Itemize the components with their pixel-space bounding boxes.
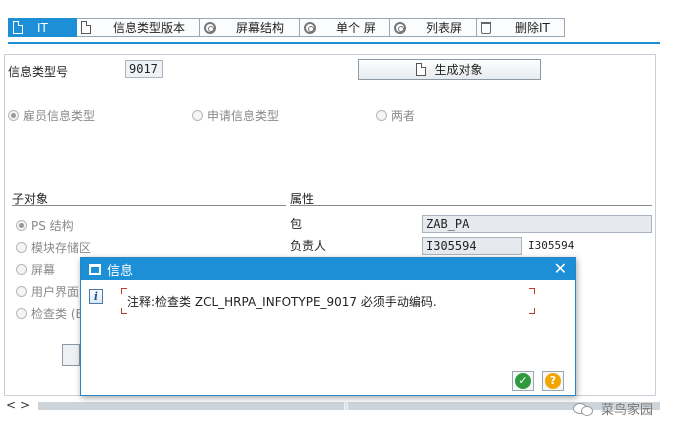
package-value: ZAB_PA — [422, 214, 652, 233]
attributes-header: 属性 — [290, 190, 652, 206]
radio-dot — [376, 110, 387, 121]
radio-check-class[interactable]: 检查类 (E — [16, 305, 83, 322]
radio-dot — [16, 264, 27, 275]
circle-icon — [304, 21, 316, 34]
radio-both[interactable]: 两者 — [376, 107, 415, 124]
focus-corner — [529, 308, 535, 314]
radio-user-interface[interactable]: 用户界面 — [16, 283, 79, 300]
radio-label: 用户界面 — [31, 285, 80, 299]
radio-label: 雇员信息类型 — [23, 109, 96, 123]
tab-label: 删除IT — [515, 21, 550, 35]
radio-label: 检查类 (E — [31, 307, 84, 321]
tab-delete-it[interactable]: 删除IT — [477, 18, 565, 37]
attribute-label: 包 — [290, 217, 303, 231]
radio-screen[interactable]: 屏幕 — [16, 261, 55, 278]
watermark-text: 菜鸟家园 — [601, 403, 654, 418]
infotype-label: 信息类型号 — [8, 65, 69, 79]
window-icon — [89, 263, 101, 275]
tab-label: 屏幕结构 — [236, 21, 285, 35]
radio-employee-infotype[interactable]: 雇员信息类型 — [8, 107, 95, 124]
document-icon — [416, 63, 427, 76]
chat-bubble-icon — [573, 400, 595, 418]
circle-icon — [204, 21, 216, 34]
subobjects-header: 子对象 — [12, 190, 286, 206]
attributes-title: 属性 — [290, 192, 315, 206]
tab-screen-structure[interactable]: 屏幕结构 — [200, 18, 300, 37]
attribute-label: 负责人 — [290, 239, 327, 253]
subobjects-title: 子对象 — [12, 192, 49, 206]
owner-value: I305594 — [422, 236, 522, 255]
horizontal-scrollbar[interactable]: < > ||| — [4, 398, 660, 412]
generate-object-button[interactable]: 生成对象 — [358, 59, 541, 80]
owner-name: I305594 — [528, 239, 575, 252]
dialog-message: 注释:检查类 ZCL_HRPA_INFOTYPE_9017 必须手动编码. — [127, 295, 437, 309]
check-icon: ✓ — [515, 373, 531, 389]
close-icon[interactable]: ✕ — [554, 259, 567, 279]
tab-list-screen[interactable]: 列表屏 — [390, 18, 477, 37]
infotype-field[interactable]: 9017 — [125, 60, 163, 78]
tab-label: IT — [37, 20, 48, 35]
watermark: 菜鸟家园 — [573, 399, 653, 418]
trash-icon — [481, 21, 491, 34]
scroll-track[interactable]: ||| — [38, 402, 660, 410]
circle-icon — [394, 21, 406, 34]
scroll-left-icon[interactable]: < — [4, 398, 18, 412]
radio-dot — [192, 110, 203, 121]
radio-label: PS 结构 — [31, 219, 74, 233]
dialog-message-area: 注释:检查类 ZCL_HRPA_INFOTYPE_9017 必须手动编码. — [121, 288, 535, 314]
tab-label: 单个 屏 — [336, 21, 376, 35]
tab-toolbar: IT 信息类型版本 屏幕结构 单个 屏 列表屏 删除IT — [8, 18, 565, 37]
attribute-row-owner: 负责人 I305594 I305594 — [290, 236, 574, 255]
radio-dot — [16, 242, 27, 253]
radio-dot — [8, 110, 19, 121]
info-icon: i — [89, 289, 103, 304]
radio-label: 申请信息类型 — [207, 109, 280, 123]
generate-object-label: 生成对象 — [434, 63, 483, 77]
attribute-row-package: 包 ZAB_PA — [290, 214, 652, 233]
confirm-button[interactable]: ✓ — [512, 371, 534, 391]
help-icon: ? — [545, 373, 561, 389]
scroll-grip[interactable]: ||| — [343, 402, 349, 410]
radio-label: 屏幕 — [31, 263, 56, 277]
tab-single-screen[interactable]: 单个 屏 — [300, 18, 390, 37]
toolbar-divider — [8, 42, 660, 44]
document-icon — [13, 21, 23, 34]
scroll-right-icon[interactable]: > — [18, 398, 32, 412]
document-icon — [81, 21, 91, 34]
radio-ps-structure[interactable]: PS 结构 — [16, 217, 74, 234]
radio-applicant-infotype[interactable]: 申请信息类型 — [192, 107, 279, 124]
radio-label: 两者 — [391, 109, 416, 123]
radio-dot — [16, 286, 27, 297]
tab-label: 列表屏 — [426, 21, 463, 35]
subobject-action-button[interactable] — [62, 344, 80, 366]
radio-dot — [16, 220, 27, 231]
radio-dot — [16, 308, 27, 319]
tab-label: 信息类型版本 — [113, 21, 186, 35]
radio-label: 模块存储区 — [31, 241, 92, 255]
dialog-title: 信息 — [107, 263, 134, 279]
focus-corner — [529, 288, 535, 294]
dialog-titlebar[interactable]: 信息 — [81, 258, 575, 280]
tab-it[interactable]: IT — [8, 18, 77, 37]
help-button[interactable]: ? — [542, 371, 564, 391]
info-dialog: 信息 ✕ i 注释:检查类 ZCL_HRPA_INFOTYPE_9017 必须手… — [80, 257, 576, 396]
tab-infotype-version[interactable]: 信息类型版本 — [77, 18, 200, 37]
radio-module-pool[interactable]: 模块存储区 — [16, 239, 91, 256]
